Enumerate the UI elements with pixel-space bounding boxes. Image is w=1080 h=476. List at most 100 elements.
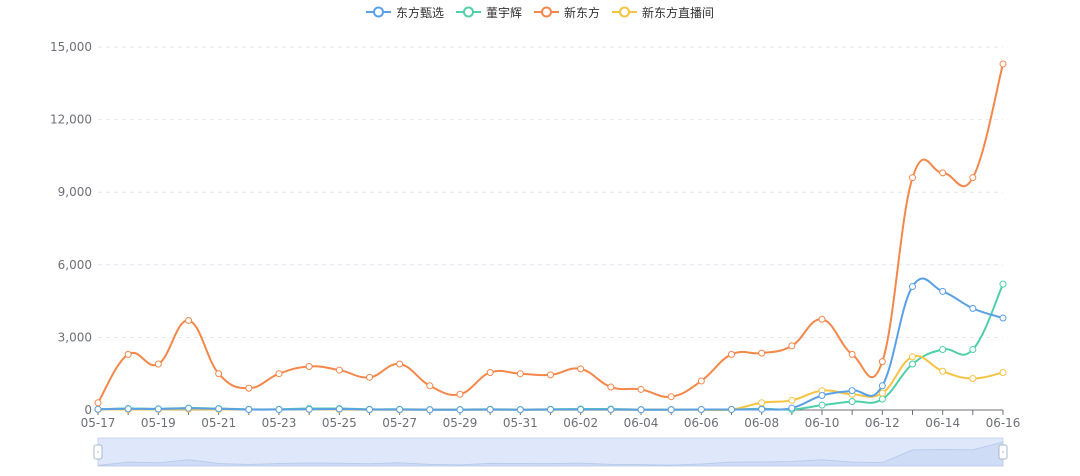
x-tick-label: 05-27 xyxy=(382,416,417,430)
data-point xyxy=(275,406,283,414)
series-1 xyxy=(94,280,1007,414)
data-point xyxy=(758,349,766,357)
data-point xyxy=(516,370,524,378)
zoom-selected-range xyxy=(98,438,1003,466)
y-tick-label: 6,000 xyxy=(58,258,92,272)
data-point xyxy=(939,169,947,177)
data-point xyxy=(788,396,796,404)
series-2 xyxy=(94,60,1007,407)
data-point xyxy=(335,405,343,413)
line-chart: 0 3,000 6,000 9,000 12,000 15,000 05-17 05-19 0… xyxy=(50,40,1021,467)
data-point xyxy=(969,346,977,353)
data-point xyxy=(577,406,585,414)
x-tick-label: 05-29 xyxy=(443,416,478,430)
data-point xyxy=(426,406,434,414)
data-point xyxy=(909,353,916,361)
x-tick-label: 06-16 xyxy=(986,416,1021,430)
data-point xyxy=(999,60,1007,68)
data-point xyxy=(426,382,434,390)
data-point xyxy=(486,406,494,414)
chart-container: 东方甄选 董宇辉 新东方 新东方直播间 0 3,000 6,000 9,000 … xyxy=(0,0,1080,476)
series-3 xyxy=(94,353,1007,414)
data-point xyxy=(697,406,705,414)
data-point xyxy=(215,370,223,378)
data-point xyxy=(456,406,464,414)
y-tick-label: 9,000 xyxy=(58,185,92,199)
data-point xyxy=(275,370,283,378)
series-line xyxy=(97,63,1004,404)
series-group xyxy=(94,60,1007,414)
series-0 xyxy=(94,277,1007,414)
data-point xyxy=(366,406,373,414)
data-point xyxy=(185,404,192,412)
data-point xyxy=(486,368,494,376)
data-point xyxy=(547,406,554,414)
data-point xyxy=(154,405,162,413)
data-point xyxy=(788,342,796,350)
data-point xyxy=(909,360,916,368)
data-point xyxy=(185,316,192,324)
grid-lines xyxy=(98,46,1003,338)
data-point xyxy=(758,405,766,413)
x-tick-label: 05-21 xyxy=(201,416,236,430)
data-point xyxy=(818,401,826,409)
x-tick-label: 05-25 xyxy=(322,416,357,430)
data-point xyxy=(366,373,373,381)
data-point xyxy=(94,405,102,413)
data-point xyxy=(607,383,615,391)
y-tick-label: 15,000 xyxy=(50,40,92,54)
data-point xyxy=(999,368,1007,376)
data-point xyxy=(728,406,735,414)
data-point xyxy=(818,391,826,399)
data-point xyxy=(396,406,404,414)
data-point xyxy=(124,350,132,358)
x-tick-label: 06-06 xyxy=(684,416,719,430)
data-point xyxy=(878,358,886,366)
data-point xyxy=(245,384,253,392)
data-point xyxy=(607,406,615,414)
x-tick-label: 06-12 xyxy=(865,416,900,430)
data-point xyxy=(969,174,977,182)
data-point xyxy=(728,350,735,358)
series-line xyxy=(97,277,1004,411)
data-point xyxy=(667,393,675,401)
data-point xyxy=(758,399,766,407)
x-tick-label: 05-31 xyxy=(503,416,538,430)
data-point xyxy=(999,314,1007,322)
data-point xyxy=(848,350,856,358)
x-tick-label: 06-10 xyxy=(805,416,840,430)
data-point xyxy=(878,389,886,397)
data-point xyxy=(969,375,977,383)
x-tick-label: 05-23 xyxy=(262,416,297,430)
data-point xyxy=(154,360,162,368)
data-point xyxy=(396,360,404,368)
data-point xyxy=(335,366,343,374)
data-point xyxy=(878,395,886,403)
data-point xyxy=(637,406,645,414)
data-point xyxy=(788,404,796,412)
data-point xyxy=(939,346,947,353)
x-tick-label: 05-17 xyxy=(81,416,116,430)
data-point xyxy=(547,371,554,379)
data-point xyxy=(999,280,1007,288)
data-point xyxy=(697,377,705,385)
data-point xyxy=(456,390,464,398)
y-axis: 0 3,000 6,000 9,000 12,000 15,000 xyxy=(50,40,92,417)
data-point xyxy=(939,287,947,295)
data-point xyxy=(516,406,524,414)
y-tick-label: 12,000 xyxy=(50,113,92,127)
data-point xyxy=(848,398,856,406)
data-zoom-slider[interactable] xyxy=(93,437,1008,467)
data-point xyxy=(909,174,916,182)
data-point xyxy=(667,406,675,414)
x-tick-label: 06-08 xyxy=(744,416,779,430)
data-point xyxy=(577,365,585,373)
x-tick-label: 06-02 xyxy=(563,416,598,430)
y-tick-label: 3,000 xyxy=(58,330,92,344)
data-point xyxy=(94,399,102,407)
x-tick-label: 06-14 xyxy=(925,416,960,430)
data-point xyxy=(969,304,977,312)
data-point xyxy=(878,382,886,390)
data-point xyxy=(637,385,645,393)
data-point xyxy=(909,283,916,291)
